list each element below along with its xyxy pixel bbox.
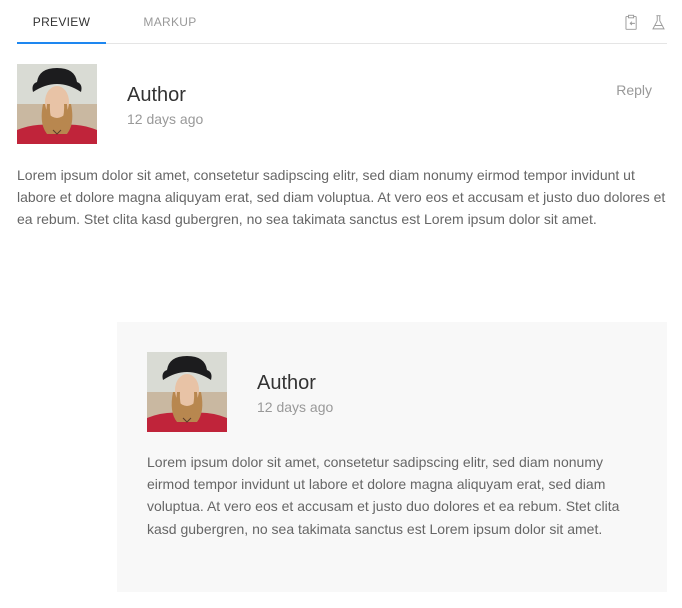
comment-meta: 12 days ago (127, 111, 204, 127)
comment-meta: 12 days ago (257, 399, 334, 415)
comment-reply: Author 12 days ago Lorem ipsum dolor sit… (117, 322, 667, 592)
tab-markup[interactable]: Markup (124, 0, 216, 44)
comment-header: Author 12 days ago (147, 352, 637, 432)
flask-icon[interactable] (650, 14, 667, 31)
copy-to-clipboard-icon[interactable] (623, 14, 640, 31)
tab-bar: Preview Markup (17, 0, 667, 44)
tab-toolbar (623, 14, 667, 34)
reply-link[interactable]: Reply (616, 82, 652, 98)
comment-header: Author 12 days ago Reply (17, 64, 667, 144)
comment-author[interactable]: Author (127, 83, 186, 107)
avatar (17, 64, 97, 144)
comment-author[interactable]: Author (257, 371, 316, 395)
page: Preview Markup (0, 0, 682, 608)
comment: Author 12 days ago Reply Lorem ipsum dol… (17, 64, 667, 231)
tab-preview[interactable]: Preview (17, 0, 106, 44)
comment-body: Lorem ipsum dolor sit amet, consetetur s… (147, 454, 620, 537)
comment-body: Lorem ipsum dolor sit amet, consetetur s… (17, 167, 666, 228)
avatar (147, 352, 227, 432)
